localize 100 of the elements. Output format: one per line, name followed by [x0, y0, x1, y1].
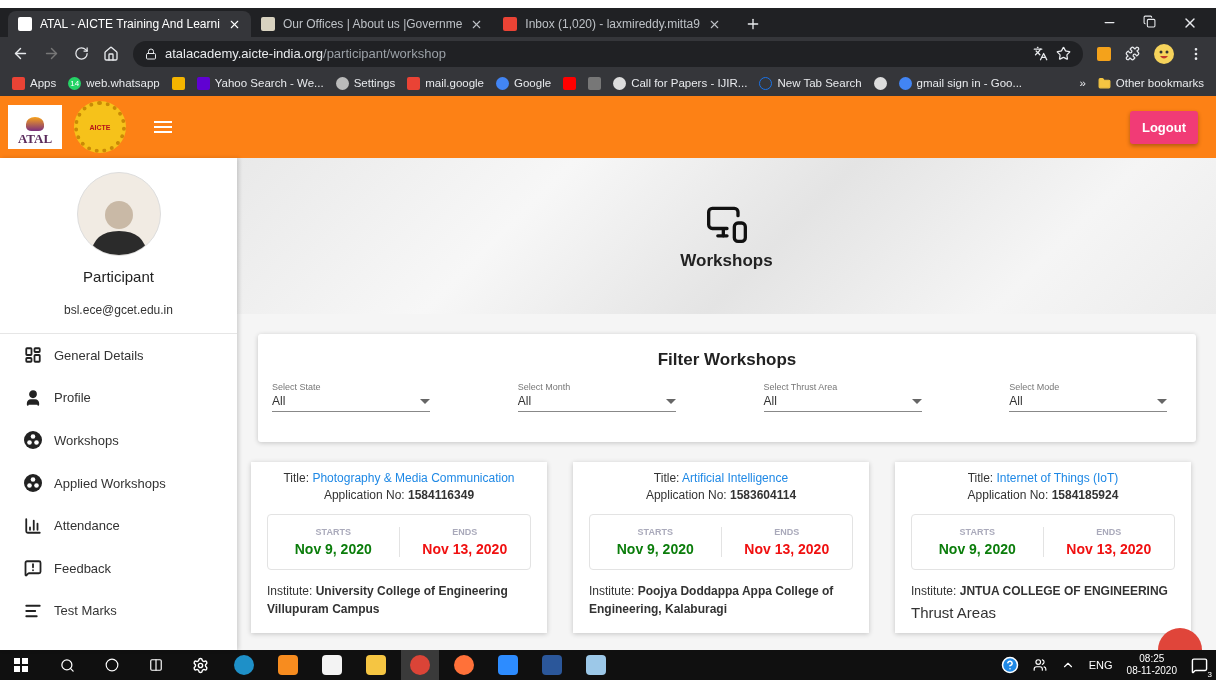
dropdown-arrow-icon: [420, 398, 430, 404]
start-date: Nov 9, 2020: [938, 541, 1016, 557]
whatsapp-icon: 14: [68, 76, 82, 90]
puzzle-icon[interactable]: [1125, 46, 1140, 61]
title-link[interactable]: Photography & Media Communication: [312, 471, 515, 485]
bookmark-label: gmail sign in - Goo...: [916, 77, 1023, 89]
circle-icon[interactable]: [105, 658, 119, 672]
title-link[interactable]: Artificial Intelligence: [682, 471, 789, 485]
restore-icon[interactable]: [1143, 14, 1156, 28]
circle-dots-icon: [24, 431, 42, 450]
bookmark[interactable]: New Tab Search: [759, 76, 862, 90]
bookmark-label: Settings: [353, 77, 396, 89]
app-icon: [498, 655, 518, 675]
language-indicator[interactable]: ENG: [1088, 659, 1113, 671]
bookmark[interactable]: Settings: [335, 76, 396, 90]
star-icon[interactable]: [1056, 46, 1071, 61]
starts-label: STARTS: [637, 527, 673, 537]
search-icon[interactable]: [60, 657, 75, 673]
bookmark-label: Yahoo Search - We...: [214, 77, 324, 89]
translate-icon[interactable]: [1033, 46, 1048, 61]
sidebar-item[interactable]: General Details: [0, 334, 237, 377]
app-icon: [234, 655, 254, 675]
title-label: Title:: [967, 471, 994, 485]
starts-label: STARTS: [315, 527, 351, 537]
bookmark-label: Apps: [30, 77, 57, 89]
application-number: Application No: 1584185924: [967, 488, 1119, 502]
ends-label: ENDS: [452, 527, 478, 537]
sidebar-item[interactable]: Profile: [0, 376, 237, 420]
back-icon[interactable]: [12, 45, 29, 62]
sidebar-item[interactable]: Test Marks: [0, 589, 237, 633]
favicon-icon: [18, 17, 32, 31]
app-icon: [454, 655, 474, 675]
settings-icon: [191, 656, 209, 674]
select-field[interactable]: Select State All: [272, 382, 430, 412]
app-icon: [410, 655, 430, 675]
ends-label: ENDS: [774, 527, 800, 537]
notification-icon: [1191, 656, 1208, 674]
browser-tab[interactable]: Our Offices | About us |Governme: [250, 11, 494, 37]
bookmark-label: New Tab Search: [777, 77, 862, 89]
folder-icon: [1097, 76, 1111, 90]
sidebar-item[interactable]: Applied Workshops: [0, 461, 237, 505]
home-icon[interactable]: [103, 45, 119, 62]
bookmark-label: Google: [514, 77, 552, 89]
select-field[interactable]: Select Thrust Area All: [763, 382, 922, 412]
end-date: Nov 13, 2020: [744, 541, 830, 557]
logout-button[interactable]: Logout: [1129, 110, 1198, 144]
bookmark-label: Other bookmarks: [1115, 77, 1204, 89]
select-field[interactable]: Select Month All: [517, 382, 676, 412]
help-icon[interactable]: [1000, 656, 1019, 674]
sidebar-item[interactable]: Feedback: [0, 546, 237, 590]
forward-icon[interactable]: [43, 45, 60, 62]
end-date: Nov 13, 2020: [1066, 541, 1152, 557]
sidebar-item[interactable]: Attendance: [0, 504, 237, 547]
emoji-avatar-icon[interactable]: [1154, 43, 1174, 64]
favicon-icon: [260, 17, 275, 31]
application-number: Application No: 1583604114: [645, 488, 797, 502]
reload-icon[interactable]: [74, 46, 89, 61]
browser-tab[interactable]: ATAL - AICTE Training And Learni: [8, 11, 251, 37]
end-date: Nov 13, 2020: [422, 541, 508, 557]
bookmark[interactable]: Call for Papers - IJIR...: [613, 76, 748, 90]
address-bar[interactable]: atalacademy.aicte-india.org/participant/workshop: [133, 40, 1083, 67]
bookmark[interactable]: gmail sign in - Goo...: [898, 76, 1023, 90]
app-icon: [278, 655, 298, 675]
thrust-heading: Thrust Areas: [911, 604, 998, 621]
bookmark[interactable]: Google: [496, 76, 552, 90]
clock[interactable]: 08:25 08-11-2020: [1126, 653, 1177, 677]
start-date: Nov 9, 2020: [616, 541, 694, 557]
app-icon: [542, 655, 562, 675]
user-email: bsl.ece@gcet.edu.in: [64, 303, 173, 317]
bookmark[interactable]: Yahoo Search - We...: [196, 76, 324, 90]
circle-dots-icon: [24, 474, 42, 493]
url-path: /participant/workshop: [323, 46, 446, 61]
people-icon[interactable]: [1032, 658, 1047, 672]
bookmark[interactable]: Other bookmarks: [1097, 76, 1204, 90]
app-icon: [586, 655, 606, 675]
more-bookmarks[interactable]: »: [1079, 77, 1086, 89]
task-view-icon[interactable]: [149, 658, 163, 672]
chart-icon: [24, 516, 42, 535]
title-label: Title:: [283, 471, 310, 485]
atal-logo: ATAL: [8, 105, 62, 149]
bookmark-label: web.whatsapp: [86, 77, 160, 89]
windows-start-icon[interactable]: [14, 658, 28, 672]
feedback-icon: [24, 559, 42, 578]
bookmark[interactable]: mail.google: [407, 76, 485, 90]
bookmark[interactable]: Apps: [12, 76, 57, 90]
dashboard-icon: [24, 346, 42, 365]
dropdown-arrow-icon: [665, 398, 676, 404]
app-icon: [366, 655, 386, 675]
bookmark[interactable]: 14 web.whatsapp: [68, 76, 160, 90]
filter-title: Filter Workshops: [657, 350, 797, 370]
sidebar-item[interactable]: Workshops: [0, 419, 237, 462]
title-label: Title:: [653, 471, 680, 485]
dropdown-arrow-icon: [911, 398, 922, 404]
person-icon: [24, 388, 42, 407]
app-icon: [322, 655, 342, 675]
browser-tab[interactable]: Inbox (1,020) - laxmireddy.mitta9: [493, 11, 731, 37]
select-field[interactable]: Select Mode All: [1009, 382, 1168, 412]
title-link[interactable]: Internet of Things (IoT): [996, 471, 1119, 485]
application-number: Application No: 1584116349: [323, 488, 475, 502]
bookmark-label: Call for Papers - IJIR...: [631, 77, 748, 89]
